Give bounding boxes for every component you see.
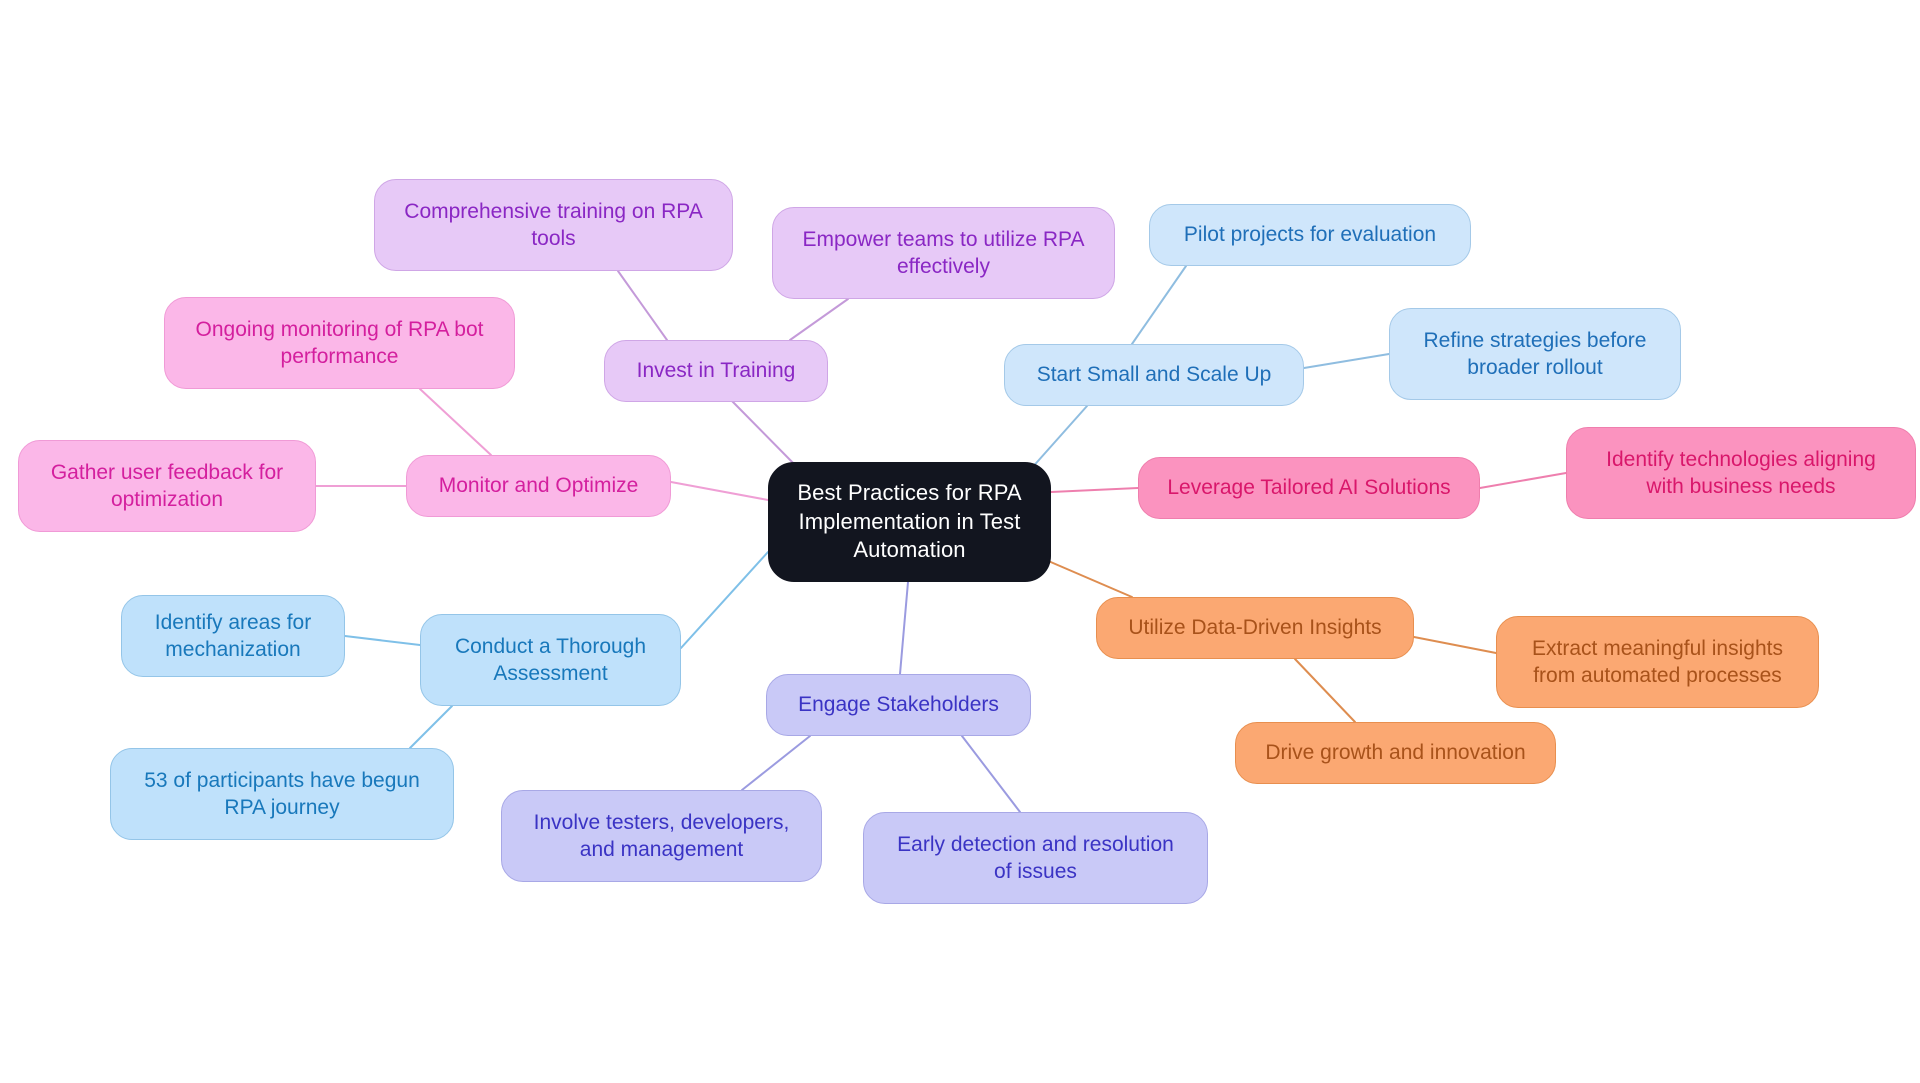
- edge-root-to-invest-in-training: [730, 399, 801, 471]
- leaf-node-identify-areas-for-mechanization[interactable]: Identify areas for mechanization: [121, 595, 345, 677]
- node-label: Engage Stakeholders: [798, 693, 999, 717]
- leaf-node-drive-growth-and-innovation[interactable]: Drive growth and innovation: [1235, 722, 1556, 784]
- node-label: 53 of participants have begun RPA journe…: [144, 768, 420, 819]
- leaf-node-53-of-participants-have-begun-rpa-journey[interactable]: 53 of participants have begun RPA journe…: [110, 748, 454, 840]
- node-label: Extract meaningful insights from automat…: [1532, 636, 1783, 687]
- edge-root-to-engage-stakeholders: [899, 581, 909, 675]
- edge-root-to-monitor-and-optimize: [670, 481, 769, 501]
- node-label: Empower teams to utilize RPA effectively: [802, 227, 1085, 278]
- node-label: Ongoing monitoring of RPA bot performanc…: [195, 317, 484, 368]
- branch-node-monitor-and-optimize[interactable]: Monitor and Optimize: [406, 455, 671, 517]
- node-label: Leverage Tailored AI Solutions: [1167, 476, 1451, 500]
- node-label: Drive growth and innovation: [1265, 741, 1526, 765]
- leaf-node-pilot-projects-for-evaluation[interactable]: Pilot projects for evaluation: [1149, 204, 1471, 266]
- edge-start-small-and-scale-up-to-refine-strategies-before-broader-rollout: [1303, 353, 1390, 369]
- edge-start-small-and-scale-up-to-pilot-projects-for-evaluation: [1131, 265, 1187, 345]
- node-label: Comprehensive training on RPA tools: [404, 199, 703, 250]
- node-label: Utilize Data-Driven Insights: [1128, 616, 1382, 640]
- edge-engage-stakeholders-to-involve-testers-developers-and-management: [741, 735, 811, 791]
- leaf-node-early-detection-and-resolution-of-issues[interactable]: Early detection and resolution of issues: [863, 812, 1208, 904]
- leaf-node-refine-strategies-before-broader-rollout[interactable]: Refine strategies before broader rollout: [1389, 308, 1681, 400]
- leaf-node-identify-technologies-aligning-with-business-needs[interactable]: Identify technologies aligning with busi…: [1566, 427, 1916, 519]
- branch-node-conduct-a-thorough-assessment[interactable]: Conduct a Thorough Assessment: [420, 614, 681, 706]
- node-label: Early detection and resolution of issues: [897, 832, 1174, 883]
- mindmap-canvas: Best Practices for RPA Implementation in…: [0, 0, 1920, 1083]
- branch-node-start-small-and-scale-up[interactable]: Start Small and Scale Up: [1004, 344, 1304, 406]
- edge-monitor-and-optimize-to-ongoing-monitoring-of-rpa-bot-performance: [419, 388, 492, 456]
- root-node-root[interactable]: Best Practices for RPA Implementation in…: [768, 462, 1051, 582]
- leaf-node-empower-teams-to-utilize-rpa-effectively[interactable]: Empower teams to utilize RPA effectively: [772, 207, 1115, 299]
- node-label: Identify technologies aligning with busi…: [1606, 447, 1876, 498]
- edge-utilize-data-driven-insights-to-extract-meaningful-insights-from-automated-processes: [1413, 636, 1497, 654]
- node-label: Best Practices for RPA Implementation in…: [797, 480, 1022, 563]
- node-label: Conduct a Thorough Assessment: [454, 634, 647, 685]
- node-label: Gather user feedback for optimization: [50, 460, 284, 511]
- leaf-node-comprehensive-training-on-rpa-tools[interactable]: Comprehensive training on RPA tools: [374, 179, 733, 271]
- node-label: Monitor and Optimize: [438, 474, 639, 498]
- edge-conduct-a-thorough-assessment-to-identify-areas-for-mechanization: [344, 635, 421, 646]
- leaf-node-ongoing-monitoring-of-rpa-bot-performance[interactable]: Ongoing monitoring of RPA bot performanc…: [164, 297, 515, 389]
- leaf-node-extract-meaningful-insights-from-automated-processes[interactable]: Extract meaningful insights from automat…: [1496, 616, 1819, 708]
- node-label: Pilot projects for evaluation: [1183, 223, 1437, 247]
- branch-node-utilize-data-driven-insights[interactable]: Utilize Data-Driven Insights: [1096, 597, 1414, 659]
- edge-engage-stakeholders-to-early-detection-and-resolution-of-issues: [961, 735, 1021, 813]
- node-label: Start Small and Scale Up: [1036, 363, 1272, 387]
- edge-root-to-start-small-and-scale-up: [1029, 405, 1088, 471]
- edge-root-to-conduct-a-thorough-assessment: [680, 551, 769, 649]
- branch-node-engage-stakeholders[interactable]: Engage Stakeholders: [766, 674, 1031, 736]
- node-label: Identify areas for mechanization: [154, 610, 312, 661]
- branch-node-invest-in-training[interactable]: Invest in Training: [604, 340, 828, 402]
- node-label: Refine strategies before broader rollout: [1423, 328, 1647, 379]
- branch-node-leverage-tailored-ai-solutions[interactable]: Leverage Tailored AI Solutions: [1138, 457, 1480, 519]
- node-label: Invest in Training: [636, 359, 796, 383]
- edge-invest-in-training-to-comprehensive-training-on-rpa-tools: [617, 270, 668, 341]
- edge-invest-in-training-to-empower-teams-to-utilize-rpa-effectively: [789, 298, 849, 341]
- edge-root-to-leverage-tailored-ai-solutions: [1050, 487, 1139, 493]
- leaf-node-gather-user-feedback-for-optimization[interactable]: Gather user feedback for optimization: [18, 440, 316, 532]
- node-label: Involve testers, developers, and managem…: [533, 810, 790, 861]
- edge-conduct-a-thorough-assessment-to-53-of-participants-have-begun-rpa-journey: [409, 705, 453, 749]
- edge-leverage-tailored-ai-solutions-to-identify-technologies-aligning-with-business-needs: [1479, 472, 1567, 489]
- leaf-node-involve-testers-developers-and-management[interactable]: Involve testers, developers, and managem…: [501, 790, 822, 882]
- edge-root-to-utilize-data-driven-insights: [1045, 559, 1133, 598]
- edge-utilize-data-driven-insights-to-drive-growth-and-innovation: [1294, 658, 1356, 723]
